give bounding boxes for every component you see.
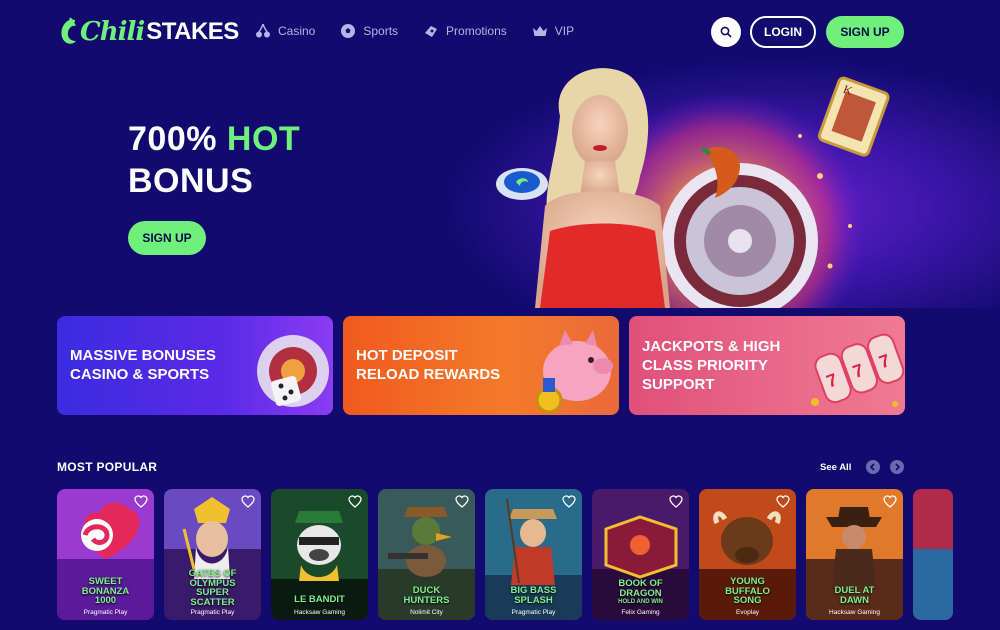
carousel-prev-button[interactable] — [866, 460, 880, 474]
soccer-ball-icon — [339, 22, 357, 40]
casino-chip — [496, 168, 548, 200]
game-card-partial[interactable] — [913, 489, 953, 620]
logo-text-stakes: STAKES — [146, 18, 239, 45]
game-title-line: HUNTERS — [403, 594, 450, 606]
game-card-duck-hunters[interactable]: DUCK HUNTERS Nolimit City — [378, 489, 475, 620]
see-all-link[interactable]: See All — [820, 462, 851, 473]
game-title-line: SPLASH — [514, 594, 553, 606]
cherries-icon — [254, 22, 272, 40]
arrow-left-icon — [869, 463, 875, 471]
game-card-gates-of-olympus[interactable]: GATES OF OLYMPUS SUPER SCATTER Pragmatic… — [164, 489, 261, 620]
hero-title-part2: BONUS — [128, 162, 254, 200]
promo-card-bonuses[interactable]: MASSIVE BONUSES CASINO & SPORTS — [57, 316, 333, 415]
site-logo[interactable]: Chili STAKES — [58, 14, 239, 50]
nav-item-label: VIP — [554, 24, 575, 38]
game-card-le-bandit[interactable]: LE BANDIT Hacksaw Gaming — [271, 489, 368, 620]
nav-item-promotions[interactable]: Promotions — [422, 22, 507, 40]
game-title-line: DRAGON — [619, 587, 662, 599]
game-card-book-of-dragon[interactable]: BOOK OF DRAGON HOLD AND WIN Felix Gaming — [592, 489, 689, 620]
game-title: DUCK HUNTERS — [378, 586, 475, 605]
carousel-next-button[interactable] — [890, 460, 904, 474]
game-provider: Hacksaw Gaming — [294, 609, 345, 616]
nav-item-label: Casino — [278, 24, 316, 38]
game-title: LE BANDIT — [271, 595, 368, 605]
hero-illustration: K — [496, 68, 890, 308]
favorite-heart-icon[interactable] — [241, 495, 255, 508]
game-provider: Nolimit City — [410, 609, 443, 616]
chili-flame-icon — [61, 17, 76, 44]
nav-item-label: Promotions — [446, 24, 507, 38]
search-button[interactable] — [711, 17, 741, 47]
game-title-line: SONG — [733, 595, 762, 606]
game-carousel: SWEET BONANZA 1000 Pragmatic Play GATES … — [57, 489, 1000, 620]
piggy-bank-icon — [535, 330, 613, 414]
dice-roulette-illustration — [257, 335, 329, 407]
hero-banner: K 700% HOT BONUS SIGN UP — [0, 56, 1000, 308]
game-title-line: 1000 — [94, 595, 117, 606]
game-title-line: HOLD AND WIN — [618, 599, 663, 605]
promo-card-deposit-rewards[interactable]: HOT DEPOSIT RELOAD REWARDS — [343, 316, 619, 415]
favorite-heart-icon[interactable] — [883, 495, 897, 508]
favorite-heart-icon[interactable] — [134, 495, 148, 508]
login-button[interactable]: LOGIN — [750, 16, 816, 48]
game-provider: Evoplay — [735, 609, 760, 616]
game-provider: Pragmatic Play — [190, 609, 235, 616]
game-title: SWEET BONANZA 1000 — [57, 577, 154, 606]
promo-card-jackpots[interactable]: JACKPOTS & HIGH CLASS PRIORITY SUPPORT 7… — [629, 316, 905, 415]
favorite-heart-icon[interactable] — [455, 495, 469, 508]
game-title: YOUNG BUFFALO SONG — [699, 577, 796, 606]
logo-text-chili: Chili — [80, 17, 145, 47]
main-nav: Casino Sports Promotions VIP — [254, 22, 574, 40]
nav-item-vip[interactable]: VIP — [531, 22, 574, 40]
game-thumbnail — [913, 489, 953, 620]
nav-item-label: Sports — [363, 24, 399, 38]
game-card-young-buffalo-song[interactable]: YOUNG BUFFALO SONG Evoplay — [699, 489, 796, 620]
game-title-line: DAWN — [839, 594, 870, 606]
game-provider: Hacksaw Gaming — [829, 609, 880, 616]
gift-icon — [422, 22, 440, 40]
game-provider: Pragmatic Play — [83, 609, 128, 616]
slot-reels-illustration: 7 7 7 — [811, 333, 905, 407]
game-title: GATES OF OLYMPUS SUPER SCATTER — [164, 569, 261, 607]
game-provider: Felix Gaming — [621, 609, 660, 616]
hero-title: 700% HOT BONUS — [128, 118, 300, 202]
game-title: BIG BASS SPLASH — [485, 586, 582, 605]
favorite-heart-icon[interactable] — [776, 495, 790, 508]
game-title: DUEL AT DAWN — [806, 586, 903, 605]
signup-button[interactable]: SIGN UP — [826, 16, 904, 48]
game-provider: Pragmatic Play — [511, 609, 556, 616]
game-card-big-bass-splash[interactable]: BIG BASS SPLASH Pragmatic Play — [485, 489, 582, 620]
favorite-heart-icon[interactable] — [562, 495, 576, 508]
search-icon — [720, 26, 732, 38]
game-title-line: SCATTER — [190, 596, 235, 608]
arrow-right-icon — [895, 463, 901, 471]
hero-signup-button[interactable]: SIGN UP — [128, 221, 206, 255]
hero-title-part1: 700% — [128, 120, 227, 158]
favorite-heart-icon[interactable] — [669, 495, 683, 508]
game-card-duel-at-dawn[interactable]: DUEL AT DAWN Hacksaw Gaming — [806, 489, 903, 620]
game-title: BOOK OF DRAGON HOLD AND WIN — [592, 579, 689, 608]
nav-item-sports[interactable]: Sports — [339, 22, 398, 40]
most-popular-title: MOST POPULAR — [57, 460, 158, 474]
site-header: Chili STAKES Casino Sports Promotions VI… — [0, 0, 1000, 64]
nav-item-casino[interactable]: Casino — [254, 22, 315, 40]
game-card-sweet-bonanza[interactable]: SWEET BONANZA 1000 Pragmatic Play — [57, 489, 154, 620]
favorite-heart-icon[interactable] — [348, 495, 362, 508]
hero-title-hot: HOT — [226, 120, 301, 158]
crown-icon — [531, 22, 549, 40]
game-title-line: LE BANDIT — [294, 594, 345, 605]
